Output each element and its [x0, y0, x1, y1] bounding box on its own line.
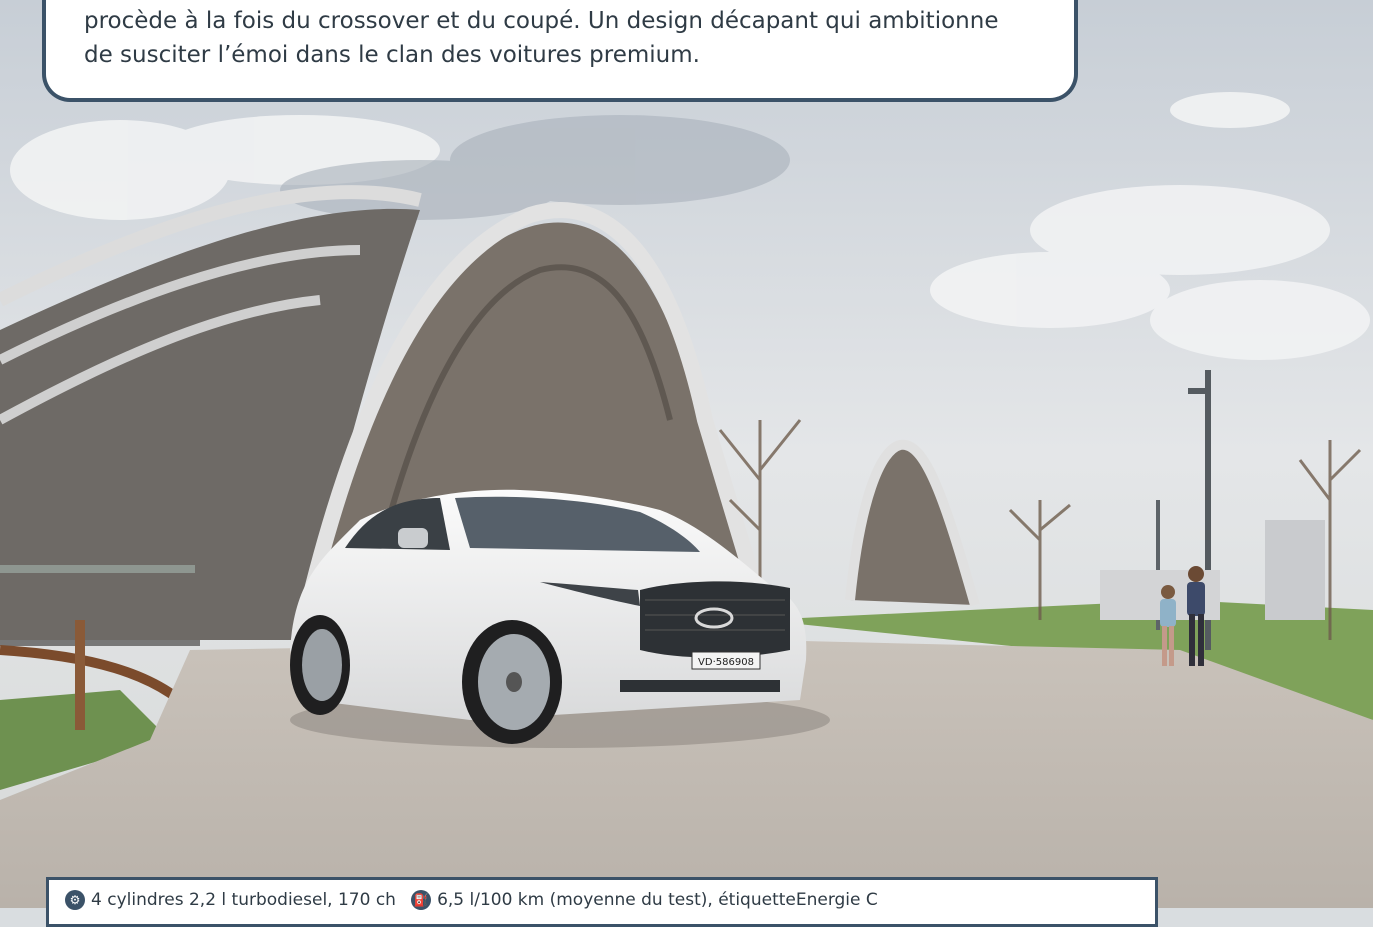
- license-plate: VD·586908: [698, 657, 754, 668]
- fuel-pump-icon: ⛽: [411, 890, 432, 910]
- intro-text-box: procède à la fois du crossover et du cou…: [42, 0, 1078, 102]
- engine-icon: ⚙: [65, 890, 85, 910]
- car-photo: VD·586908: [0, 0, 1373, 908]
- distant-building: [1265, 520, 1325, 620]
- intro-line-2: de susciter l’émoi dans le clan des voit…: [84, 42, 700, 68]
- spec-fuel: ⛽ 6,5 l/100 km (moyenne du test), étique…: [411, 890, 878, 910]
- spec-fuel-text: 6,5 l/100 km (moyenne du test), étiquett…: [437, 890, 878, 910]
- spec-engine-text: 4 cylindres 2,2 l turbodiesel, 170 ch: [91, 890, 396, 910]
- spec-bar: ⚙ 4 cylindres 2,2 l turbodiesel, 170 ch …: [46, 877, 1158, 927]
- spec-engine: ⚙ 4 cylindres 2,2 l turbodiesel, 170 ch: [65, 890, 396, 910]
- intro-line-1: procède à la fois du crossover et du cou…: [84, 8, 999, 34]
